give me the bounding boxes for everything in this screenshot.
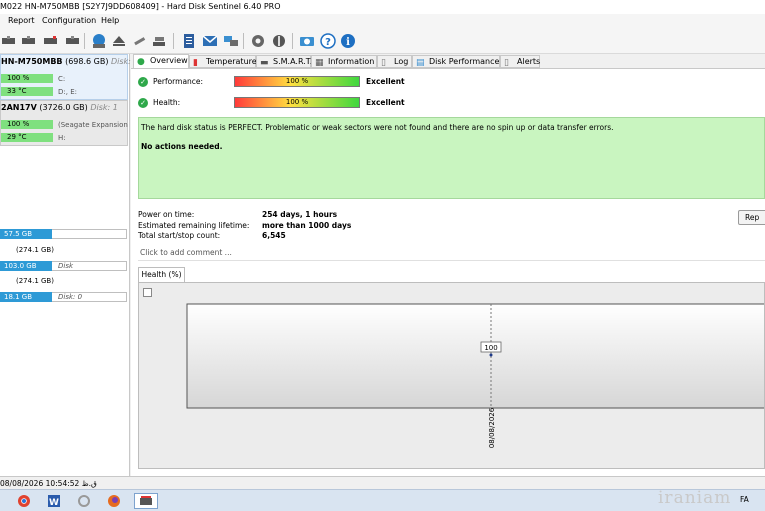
tab-temperature[interactable]: ▮ Temperature bbox=[189, 55, 257, 68]
performance-meter: 100 % bbox=[234, 76, 360, 87]
disk-stack-icon[interactable] bbox=[151, 32, 168, 49]
actions-text: No actions needed. bbox=[141, 142, 223, 151]
partition-disk: Disk bbox=[58, 262, 74, 270]
tab-alerts[interactable]: ▯ Alerts bbox=[500, 55, 540, 68]
word-icon[interactable]: W bbox=[44, 493, 64, 509]
health-point bbox=[489, 353, 493, 357]
camera-icon[interactable] bbox=[298, 32, 315, 49]
check-icon: ● bbox=[137, 57, 145, 67]
disk-size: (698.6 GB) bbox=[65, 57, 109, 66]
lifetime-label: Estimated remaining lifetime: bbox=[138, 221, 250, 230]
power-on-label: Power on time: bbox=[138, 210, 195, 219]
drive-letters: H: bbox=[58, 134, 66, 142]
tools-icon[interactable] bbox=[131, 32, 148, 49]
chrome-icon[interactable] bbox=[14, 493, 34, 509]
disk-entry-0[interactable]: HN-M750MBB (698.6 GB) Disk: 0 100 % C: 3… bbox=[0, 54, 139, 100]
wrench-icon[interactable] bbox=[270, 32, 287, 49]
tab-overview[interactable]: ● Overview bbox=[133, 54, 189, 68]
health-graph-area: 100 08/08/2026 bbox=[138, 282, 765, 469]
health-graph: 100 08/08/2026 bbox=[186, 303, 764, 448]
performance-rating: Excellent bbox=[366, 77, 405, 86]
status-message-box: The hard disk status is PERFECT. Problem… bbox=[138, 117, 765, 199]
help-icon[interactable]: ? bbox=[319, 32, 336, 49]
menu-configuration[interactable]: Configuration bbox=[42, 16, 96, 25]
health-bar: 100 % bbox=[1, 74, 53, 83]
tab-health-graph[interactable]: Health (%) bbox=[138, 267, 185, 282]
health-meter: 100 % bbox=[234, 97, 360, 108]
health-label: Health: bbox=[153, 98, 181, 107]
performance-label: Performance: bbox=[153, 77, 204, 86]
svg-text:?: ? bbox=[325, 37, 331, 48]
comment-field[interactable]: Click to add comment ... bbox=[138, 246, 765, 261]
taskbar: W iraniam FA bbox=[0, 488, 765, 511]
menu-bar: Report Configuration Help bbox=[0, 14, 765, 28]
gear-icon[interactable] bbox=[249, 32, 266, 49]
disk-icon[interactable] bbox=[0, 32, 17, 49]
svg-text:W: W bbox=[49, 498, 59, 508]
health-rating: Excellent bbox=[366, 98, 405, 107]
drive-letters: C: bbox=[58, 75, 66, 83]
tab-information[interactable]: ▦ Information bbox=[311, 55, 377, 68]
menu-help[interactable]: Help bbox=[101, 16, 119, 25]
partition-free-bar: 103.0 GB bbox=[0, 261, 52, 271]
status-bar-text: 08/08/2026 10:54:52 ق.ظ bbox=[0, 479, 97, 488]
drive-letters: D:, E: bbox=[58, 88, 77, 96]
health-bar: 100 % bbox=[1, 120, 53, 129]
info-icon[interactable]: i bbox=[339, 32, 356, 49]
comment-placeholder: Click to add comment ... bbox=[140, 248, 232, 257]
temperature-bar: 29 °C bbox=[1, 133, 53, 142]
tab-smart[interactable]: ▬ S.M.A.R.T. bbox=[256, 55, 312, 68]
app-icon[interactable] bbox=[74, 493, 94, 509]
lifetime-value: more than 1000 days bbox=[262, 221, 352, 230]
svg-text:i: i bbox=[346, 37, 350, 48]
partition-total: (274.1 GB) bbox=[16, 246, 54, 254]
network-icon[interactable] bbox=[222, 32, 239, 49]
partition-free-bar: 57.5 GB bbox=[0, 229, 52, 239]
tab-disk-performance[interactable]: ▤ Disk Performance bbox=[412, 55, 500, 68]
disk-size: (3726.0 GB) bbox=[39, 103, 88, 112]
overview-panel: ✓ Performance: 100 % Excellent ✓ Health:… bbox=[131, 68, 765, 477]
disk-index: Disk: 1 bbox=[90, 103, 118, 112]
disk-icon[interactable] bbox=[20, 32, 37, 49]
temperature-bar: 33 °C bbox=[1, 87, 53, 96]
startstop-value: 6,545 bbox=[262, 231, 286, 240]
tab-log[interactable]: ▯ Log bbox=[377, 55, 412, 68]
disk-entry-1[interactable]: 2AN17V (3726.0 GB) Disk: 1 100 % (Seagat… bbox=[0, 100, 128, 146]
tab-strip: ● Overview ▮ Temperature ▬ S.M.A.R.T. ▦ Info… bbox=[131, 54, 765, 68]
disk-name: 2AN17V bbox=[1, 103, 37, 112]
date-tick-label: 08/08/2026 bbox=[488, 407, 496, 448]
language-indicator[interactable]: FA bbox=[740, 495, 749, 504]
menu-report[interactable]: Report bbox=[8, 16, 35, 25]
drive-letters: (Seagate Expansion bbox=[58, 121, 128, 129]
report-icon[interactable] bbox=[180, 32, 197, 49]
startstop-label: Total start/stop count: bbox=[138, 231, 221, 240]
partition-total: (274.1 GB) bbox=[16, 277, 54, 285]
plot-area bbox=[186, 303, 764, 409]
check-icon: ✓ bbox=[138, 77, 148, 87]
disk-icon[interactable] bbox=[42, 32, 59, 49]
mail-icon[interactable] bbox=[201, 32, 218, 49]
disk-list-panel: HN-M750MBB (698.6 GB) Disk: 0 100 % C: 3… bbox=[0, 54, 139, 476]
status-text: The hard disk status is PERFECT. Problem… bbox=[141, 123, 614, 132]
firefox-icon[interactable] bbox=[104, 493, 124, 509]
globe-disk-icon[interactable] bbox=[90, 32, 107, 49]
hard-disk-sentinel-taskbar-icon[interactable] bbox=[134, 493, 158, 509]
watermark: iraniam bbox=[658, 488, 732, 508]
disk-name: HN-M750MBB bbox=[1, 57, 63, 66]
partition-free-bar: 18.1 GB bbox=[0, 292, 52, 302]
status-bar: 08/08/2026 10:54:52 ق.ظ bbox=[0, 476, 765, 490]
partition-disk: Disk: 0 bbox=[58, 293, 83, 301]
title-bar: M022 HN-M750MBB [S2Y7J9DD608409] - Hard … bbox=[0, 0, 765, 15]
point-label: 100 bbox=[484, 344, 497, 352]
window-title: M022 HN-M750MBB [S2Y7J9DD608409] - Hard … bbox=[0, 2, 281, 11]
eject-icon[interactable] bbox=[111, 32, 128, 49]
toolbar: ? i bbox=[0, 28, 765, 54]
check-icon: ✓ bbox=[138, 98, 148, 108]
report-button[interactable]: Rep bbox=[738, 210, 765, 225]
power-on-value: 254 days, 1 hours bbox=[262, 210, 338, 219]
disk-icon[interactable] bbox=[64, 32, 81, 49]
